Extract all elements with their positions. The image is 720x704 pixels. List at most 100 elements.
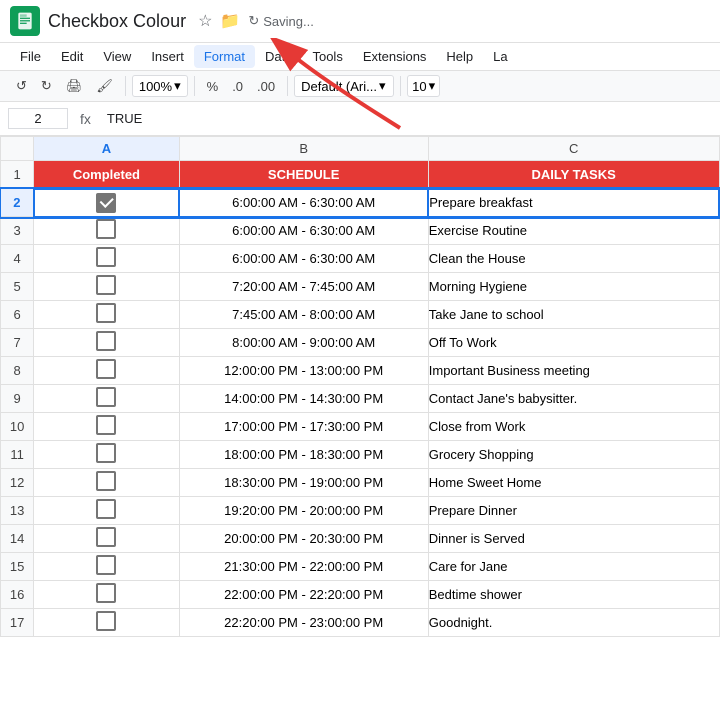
checkbox-12[interactable] [96, 471, 116, 491]
toolbar-sep-2 [194, 76, 195, 96]
toolbar-sep-4 [400, 76, 401, 96]
font-size-control[interactable]: 10 ▾ [407, 75, 440, 97]
paint-format-button[interactable]: 🖌 [90, 74, 119, 98]
task-cell-12: Home Sweet Home [428, 469, 719, 497]
chevron-down-icon: ▾ [174, 78, 181, 94]
sheets-logo-icon [10, 6, 40, 36]
table-row: 36:00:00 AM - 6:30:00 AMExercise Routine [1, 217, 720, 245]
row-header-4: 4 [1, 245, 34, 273]
checkbox-cell-14[interactable] [34, 525, 179, 553]
checkbox-cell-5[interactable] [34, 273, 179, 301]
checkbox-cell-17[interactable] [34, 609, 179, 637]
col-header-c[interactable]: C [428, 137, 719, 161]
task-cell-5: Morning Hygiene [428, 273, 719, 301]
zoom-control[interactable]: 100% ▾ [132, 75, 188, 97]
menu-insert[interactable]: Insert [141, 45, 194, 68]
menu-extensions[interactable]: Extensions [353, 45, 437, 68]
menu-la[interactable]: La [483, 45, 517, 68]
row-header-9: 9 [1, 385, 34, 413]
checkbox-cell-4[interactable] [34, 245, 179, 273]
checkbox-cell-12[interactable] [34, 469, 179, 497]
undo-button[interactable]: ↺ [10, 74, 33, 98]
fx-icon: fx [76, 111, 95, 127]
font-family-select[interactable]: Default (Ari... ▾ [294, 75, 394, 97]
menu-data[interactable]: Data [255, 45, 302, 68]
decimal00-button[interactable]: .00 [251, 75, 281, 98]
row-header-15: 15 [1, 553, 34, 581]
checkbox-10[interactable] [96, 415, 116, 435]
schedule-cell-4: 6:00:00 AM - 6:30:00 AM [179, 245, 428, 273]
percent-button[interactable]: % [201, 75, 225, 98]
menu-file[interactable]: File [10, 45, 51, 68]
task-cell-11: Grocery Shopping [428, 441, 719, 469]
menu-view[interactable]: View [93, 45, 141, 68]
table-row: 1017:00:00 PM - 17:30:00 PMClose from Wo… [1, 413, 720, 441]
checkbox-cell-10[interactable] [34, 413, 179, 441]
table-row: 4 6:00:00 AM - 6:30:00 AMClean the House [1, 245, 720, 273]
table-row: 812:00:00 PM - 13:00:00 PMImportant Busi… [1, 357, 720, 385]
checkbox-cell-2[interactable] [34, 189, 179, 217]
checkbox-cell-9[interactable] [34, 385, 179, 413]
sync-icon: ↻ [248, 13, 259, 29]
decimal0-button[interactable]: .0 [226, 75, 249, 98]
task-cell-4: Clean the House [428, 245, 719, 273]
schedule-cell-6: 7:45:00 AM - 8:00:00 AM [179, 301, 428, 329]
task-cell-7: Off To Work [428, 329, 719, 357]
checkbox-3[interactable] [96, 219, 116, 239]
checkbox-cell-15[interactable] [34, 553, 179, 581]
print-button[interactable]: 🖨 [60, 74, 89, 98]
row-header-17: 17 [1, 609, 34, 637]
checkbox-14[interactable] [96, 527, 116, 547]
star-icon[interactable]: ☆ [198, 11, 212, 31]
checkbox-cell-7[interactable] [34, 329, 179, 357]
checkbox-5[interactable] [96, 275, 116, 295]
table-row: 914:00:00 PM - 14:30:00 PMContact Jane's… [1, 385, 720, 413]
checkbox-cell-13[interactable] [34, 497, 179, 525]
checkbox-7[interactable] [96, 331, 116, 351]
checkbox-17[interactable] [96, 611, 116, 631]
task-cell-3: Exercise Routine [428, 217, 719, 245]
menu-edit[interactable]: Edit [51, 45, 93, 68]
checkbox-4[interactable] [96, 247, 116, 267]
col-header-num [1, 137, 34, 161]
checkbox-cell-11[interactable] [34, 441, 179, 469]
cell-reference[interactable]: 2 [8, 108, 68, 129]
table-row: 1521:30:00 PM - 22:00:00 PMCare for Jane [1, 553, 720, 581]
col-header-a[interactable]: A [34, 137, 179, 161]
formula-input[interactable] [103, 109, 712, 128]
task-cell-9: Contact Jane's babysitter. [428, 385, 719, 413]
task-cell-2: Prepare breakfast [428, 189, 719, 217]
checkbox-cell-6[interactable] [34, 301, 179, 329]
checkbox-9[interactable] [96, 387, 116, 407]
schedule-cell-16: 22:00:00 PM - 22:20:00 PM [179, 581, 428, 609]
title-bar: Checkbox Colour ☆ 📁 ↻ Saving... [0, 0, 720, 43]
task-cell-6: Take Jane to school [428, 301, 719, 329]
drive-icon[interactable]: 📁 [220, 11, 240, 31]
row-header-12: 12 [1, 469, 34, 497]
schedule-cell-3: 6:00:00 AM - 6:30:00 AM [179, 217, 428, 245]
schedule-cell-8: 12:00:00 PM - 13:00:00 PM [179, 357, 428, 385]
checkbox-2[interactable] [96, 193, 116, 213]
checkbox-13[interactable] [96, 499, 116, 519]
table-row: 1420:00:00 PM - 20:30:00 PMDinner is Ser… [1, 525, 720, 553]
checkbox-8[interactable] [96, 359, 116, 379]
checkbox-6[interactable] [96, 303, 116, 323]
checkbox-11[interactable] [96, 443, 116, 463]
checkbox-cell-16[interactable] [34, 581, 179, 609]
checkbox-16[interactable] [96, 583, 116, 603]
table-row: 67:45:00 AM - 8:00:00 AMTake Jane to sch… [1, 301, 720, 329]
table-row: 1 Completed SCHEDULE DAILY TASKS [1, 161, 720, 189]
menu-format[interactable]: Format [194, 45, 255, 68]
menu-help[interactable]: Help [436, 45, 483, 68]
redo-button[interactable]: ↻ [35, 74, 58, 98]
row-header-11: 11 [1, 441, 34, 469]
task-cell-14: Dinner is Served [428, 525, 719, 553]
col-header-b[interactable]: B [179, 137, 428, 161]
menu-tools[interactable]: Tools [302, 45, 352, 68]
checkbox-cell-8[interactable] [34, 357, 179, 385]
row-header-5: 5 [1, 273, 34, 301]
schedule-cell-2: 6:00:00 AM - 6:30:00 AM [179, 189, 428, 217]
checkbox-cell-3[interactable] [34, 217, 179, 245]
checkbox-15[interactable] [96, 555, 116, 575]
table-row: 1218:30:00 PM - 19:00:00 PMHome Sweet Ho… [1, 469, 720, 497]
